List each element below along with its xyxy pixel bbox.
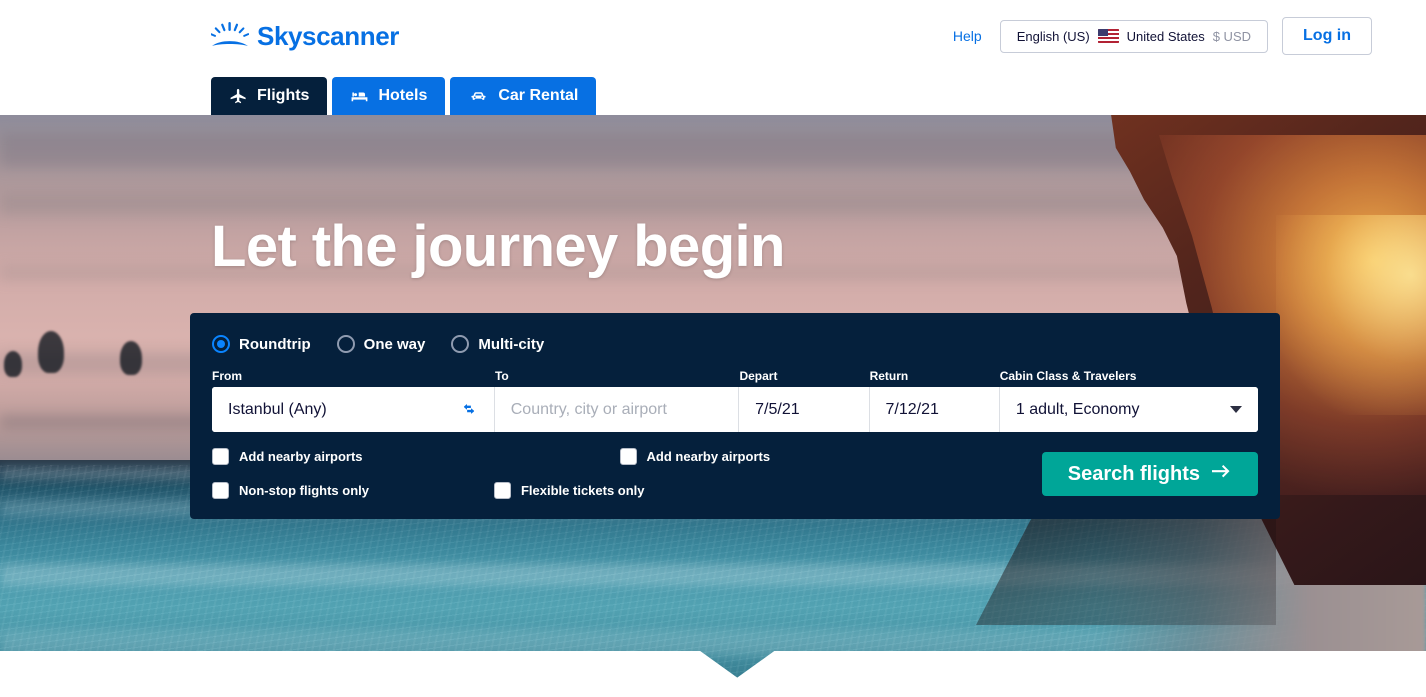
field-label-row: From To Depart Return Cabin Class & Trav…	[212, 369, 1258, 383]
sunset-glow-highlight	[1276, 215, 1426, 415]
hero-section: Let the journey begin Roundtrip One way …	[0, 115, 1426, 697]
car-icon	[468, 87, 489, 106]
checkbox-row-2: Non-stop flights only Flexible tickets o…	[212, 482, 1042, 499]
skyscanner-logo[interactable]: Skyscanner	[209, 21, 399, 51]
country-label: United States	[1126, 28, 1205, 44]
trip-type-multi-city[interactable]: Multi-city	[451, 335, 544, 353]
locale-selector[interactable]: English (US) United States $ USD	[999, 19, 1269, 53]
to-placeholder: Country, city or airport	[510, 400, 667, 418]
checkbox-label: Add nearby airports	[646, 449, 771, 464]
depart-value: 7/5/21	[755, 400, 800, 418]
to-field[interactable]: Country, city or airport	[494, 387, 740, 432]
checkbox-label: Flexible tickets only	[520, 483, 645, 498]
primary-nav-tabs: Flights Hotels Car Rental	[211, 72, 1426, 115]
chevron-down-icon[interactable]	[1230, 406, 1242, 413]
trip-type-group: Roundtrip One way Multi-city	[212, 335, 1258, 353]
radio-icon	[451, 335, 470, 353]
depart-label: Depart	[739, 369, 778, 383]
search-options-area: Add nearby airports Add nearby airports …	[212, 448, 1258, 499]
trip-type-multi-city-label: Multi-city	[478, 335, 545, 353]
checkbox-add-nearby-airports-to[interactable]: Add nearby airports	[619, 448, 771, 465]
trip-type-roundtrip[interactable]: Roundtrip	[212, 335, 311, 353]
from-label: From	[212, 369, 242, 383]
plane-icon	[229, 87, 248, 106]
from-value: Istanbul (Any)	[228, 400, 327, 418]
tab-flights[interactable]: Flights	[211, 77, 328, 115]
tab-flights-label: Flights	[257, 87, 310, 104]
arrow-right-icon	[1212, 463, 1232, 486]
hero-headline: Let the journey begin	[211, 214, 785, 279]
search-flights-label: Search flights	[1067, 462, 1200, 485]
return-label: Return	[869, 369, 909, 383]
return-value: 7/12/21	[885, 400, 939, 418]
swap-icon[interactable]	[460, 401, 478, 419]
depart-date-field[interactable]: 7/5/21	[739, 387, 870, 432]
trip-type-roundtrip-label: Roundtrip	[239, 335, 311, 353]
search-flights-button[interactable]: Search flights	[1041, 452, 1258, 496]
header-actions: Help English (US) United States $ USD Lo…	[949, 17, 1386, 55]
cabin-class-travelers-field[interactable]: 1 adult, Economy	[999, 387, 1258, 432]
trip-type-one-way-label: One way	[363, 335, 426, 353]
to-label: To	[494, 369, 509, 383]
language-label: English (US)	[1016, 28, 1090, 44]
checkbox-icon	[619, 448, 637, 465]
tab-hotels-label: Hotels	[378, 87, 428, 104]
us-flag-icon	[1097, 29, 1119, 43]
flight-search-panel: Roundtrip One way Multi-city From To Dep…	[190, 313, 1280, 519]
surfer-silhouette	[4, 351, 22, 377]
logo-wordmark: Skyscanner	[257, 21, 399, 51]
surfer-silhouette	[38, 331, 64, 373]
header-top-bar: Skyscanner Help English (US) United Stat…	[0, 0, 1426, 72]
currency-label: $ USD	[1212, 28, 1252, 44]
return-date-field[interactable]: 7/12/21	[869, 387, 1000, 432]
checkbox-non-stop-flights-only[interactable]: Non-stop flights only	[212, 482, 369, 499]
cabin-value: 1 adult, Economy	[1015, 400, 1140, 418]
checkbox-icon	[493, 482, 511, 499]
checkbox-row-1: Add nearby airports Add nearby airports	[212, 448, 1042, 465]
cabin-label: Cabin Class & Travelers	[999, 369, 1137, 383]
checkbox-label: Non-stop flights only	[239, 483, 369, 498]
from-field[interactable]: Istanbul (Any)	[212, 387, 495, 432]
bed-icon	[350, 87, 369, 106]
checkbox-flexible-tickets-only[interactable]: Flexible tickets only	[493, 482, 645, 499]
trip-type-one-way[interactable]: One way	[336, 335, 426, 353]
radio-icon	[336, 335, 355, 353]
checkbox-label: Add nearby airports	[239, 449, 363, 464]
checkbox-add-nearby-airports-from[interactable]: Add nearby airports	[212, 448, 363, 465]
checkbox-options: Add nearby airports Add nearby airports …	[212, 448, 1042, 499]
radio-icon	[212, 335, 230, 353]
search-fields-row: Istanbul (Any) Country, city or airport …	[212, 387, 1258, 432]
checkbox-icon	[212, 482, 229, 499]
site-header: Skyscanner Help English (US) United Stat…	[0, 0, 1426, 115]
help-link[interactable]: Help	[949, 22, 986, 50]
surfer-silhouette	[120, 341, 142, 375]
tab-car-rental[interactable]: Car Rental	[450, 77, 597, 115]
tab-hotels[interactable]: Hotels	[332, 77, 446, 115]
checkbox-icon	[212, 448, 229, 465]
tab-car-rental-label: Car Rental	[498, 87, 579, 104]
sunburst-icon	[209, 22, 250, 50]
login-button[interactable]: Log in	[1282, 17, 1372, 55]
